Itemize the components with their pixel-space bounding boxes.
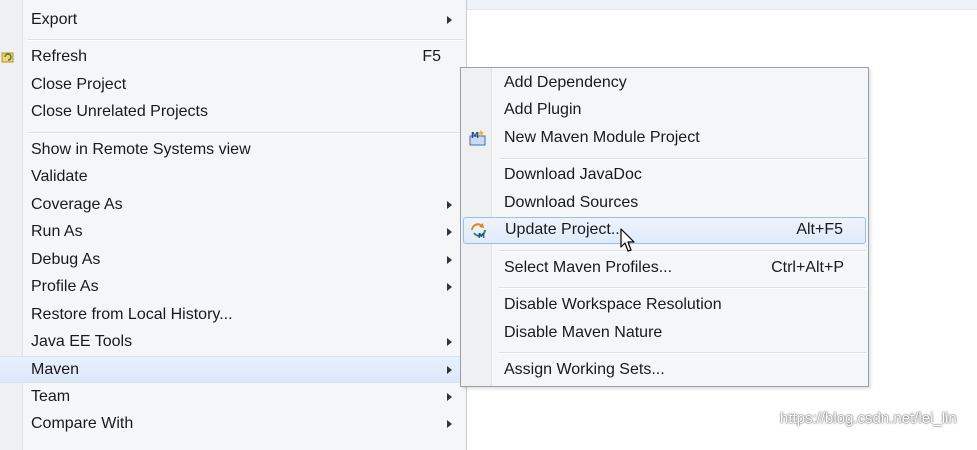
context-menu: Export Refresh F5 Close Project Close Un… xyxy=(0,0,467,450)
maven-update-icon: M xyxy=(471,223,486,239)
submenu-item-label: Add Dependency xyxy=(504,74,627,91)
menu-item-label: Profile As xyxy=(31,278,99,295)
submenu-item-label: Download JavaDoc xyxy=(504,166,642,183)
submenu-item-new-maven-module[interactable]: M New Maven Module Project xyxy=(461,125,868,152)
submenu-separator xyxy=(499,158,866,160)
submenu-arrow-icon xyxy=(447,393,452,401)
maven-submenu: Add Dependency Add Plugin M New Maven Mo… xyxy=(460,67,869,387)
submenu-item-disable-workspace-resolution[interactable]: Disable Workspace Resolution xyxy=(461,292,868,319)
menu-item-label: Team xyxy=(31,388,71,405)
menu-item-run-as[interactable]: Run As xyxy=(0,219,466,246)
editor-top-strip xyxy=(466,0,977,10)
submenu-arrow-icon xyxy=(447,420,452,428)
menu-item-restore-local-history[interactable]: Restore from Local History... xyxy=(0,302,466,329)
menu-separator xyxy=(28,39,464,41)
submenu-item-label: Select Maven Profiles... xyxy=(504,259,673,276)
menu-item-label: Debug As xyxy=(31,251,101,268)
menu-item-shortcut: F5 xyxy=(422,48,441,65)
menu-item-label: Show in Remote Systems view xyxy=(31,141,251,158)
submenu-item-label: Download Sources xyxy=(504,194,639,211)
submenu-item-label: New Maven Module Project xyxy=(504,129,700,146)
submenu-arrow-icon xyxy=(447,201,452,209)
watermark-text: https://blog.csdn.net/lei_lin xyxy=(780,410,957,427)
submenu-item-add-dependency[interactable]: Add Dependency xyxy=(461,70,868,97)
menu-item-export[interactable]: Export xyxy=(0,7,466,34)
menu-item-profile-as[interactable]: Profile As xyxy=(0,274,466,301)
menu-item-label: Export xyxy=(31,11,78,28)
svg-text:M: M xyxy=(471,131,479,140)
submenu-arrow-icon xyxy=(447,283,452,291)
menu-item-maven[interactable]: Maven xyxy=(0,356,466,383)
menu-item-team[interactable]: Team xyxy=(0,384,466,411)
submenu-arrow-icon xyxy=(447,228,452,236)
menu-item-label: Compare With xyxy=(31,415,134,432)
menu-item-java-ee-tools[interactable]: Java EE Tools xyxy=(0,329,466,356)
menu-item-close-unrelated-projects[interactable]: Close Unrelated Projects xyxy=(0,99,466,126)
menu-item-label: Close Unrelated Projects xyxy=(31,103,208,120)
submenu-item-disable-maven-nature[interactable]: Disable Maven Nature xyxy=(461,320,868,347)
menu-item-label: Java EE Tools xyxy=(31,333,133,350)
menu-item-label: Refresh xyxy=(31,48,88,65)
mouse-cursor-icon xyxy=(620,228,635,252)
submenu-arrow-icon xyxy=(447,366,452,374)
submenu-arrow-icon xyxy=(447,16,452,24)
menu-item-label: Run As xyxy=(31,223,83,240)
submenu-separator xyxy=(499,250,866,252)
submenu-item-label: Assign Working Sets... xyxy=(504,361,665,378)
menu-item-label: Maven xyxy=(31,361,80,378)
submenu-item-label: Add Plugin xyxy=(504,101,582,118)
menu-item-close-project[interactable]: Close Project xyxy=(0,72,466,99)
submenu-arrow-icon xyxy=(447,338,452,346)
submenu-item-select-maven-profiles[interactable]: Select Maven Profiles... Ctrl+Alt+P xyxy=(461,255,868,282)
submenu-item-assign-working-sets[interactable]: Assign Working Sets... xyxy=(461,357,868,384)
submenu-item-shortcut: Alt+F5 xyxy=(796,221,843,238)
menu-item-label: Validate xyxy=(31,168,88,185)
menu-item-label: Restore from Local History... xyxy=(31,306,233,323)
menu-item-validate[interactable]: Validate xyxy=(0,164,466,191)
menu-separator xyxy=(28,132,464,134)
menu-item-refresh[interactable]: Refresh F5 xyxy=(0,44,466,71)
menu-item-label: Coverage As xyxy=(31,196,123,213)
submenu-item-label: Disable Workspace Resolution xyxy=(504,296,722,313)
menu-item-coverage-as[interactable]: Coverage As xyxy=(0,192,466,219)
submenu-item-download-javadoc[interactable]: Download JavaDoc xyxy=(461,162,868,189)
submenu-item-label: Update Project... xyxy=(505,221,625,238)
submenu-item-update-project[interactable]: M Update Project... Alt+F5 xyxy=(463,217,866,244)
menu-item-debug-as[interactable]: Debug As xyxy=(0,247,466,274)
submenu-separator xyxy=(499,287,866,289)
maven-module-icon: M xyxy=(469,130,486,146)
submenu-item-download-sources[interactable]: Download Sources xyxy=(461,190,868,217)
submenu-separator xyxy=(499,352,866,354)
svg-text:M: M xyxy=(478,232,485,239)
submenu-item-label: Disable Maven Nature xyxy=(504,324,663,341)
submenu-item-shortcut: Ctrl+Alt+P xyxy=(771,259,844,276)
menu-item-label: Close Project xyxy=(31,76,127,93)
menu-item-compare-with[interactable]: Compare With xyxy=(0,411,466,438)
submenu-item-add-plugin[interactable]: Add Plugin xyxy=(461,97,868,124)
menu-item-show-in-remote-systems[interactable]: Show in Remote Systems view xyxy=(0,137,466,164)
refresh-icon xyxy=(1,52,14,63)
submenu-arrow-icon xyxy=(447,256,452,264)
